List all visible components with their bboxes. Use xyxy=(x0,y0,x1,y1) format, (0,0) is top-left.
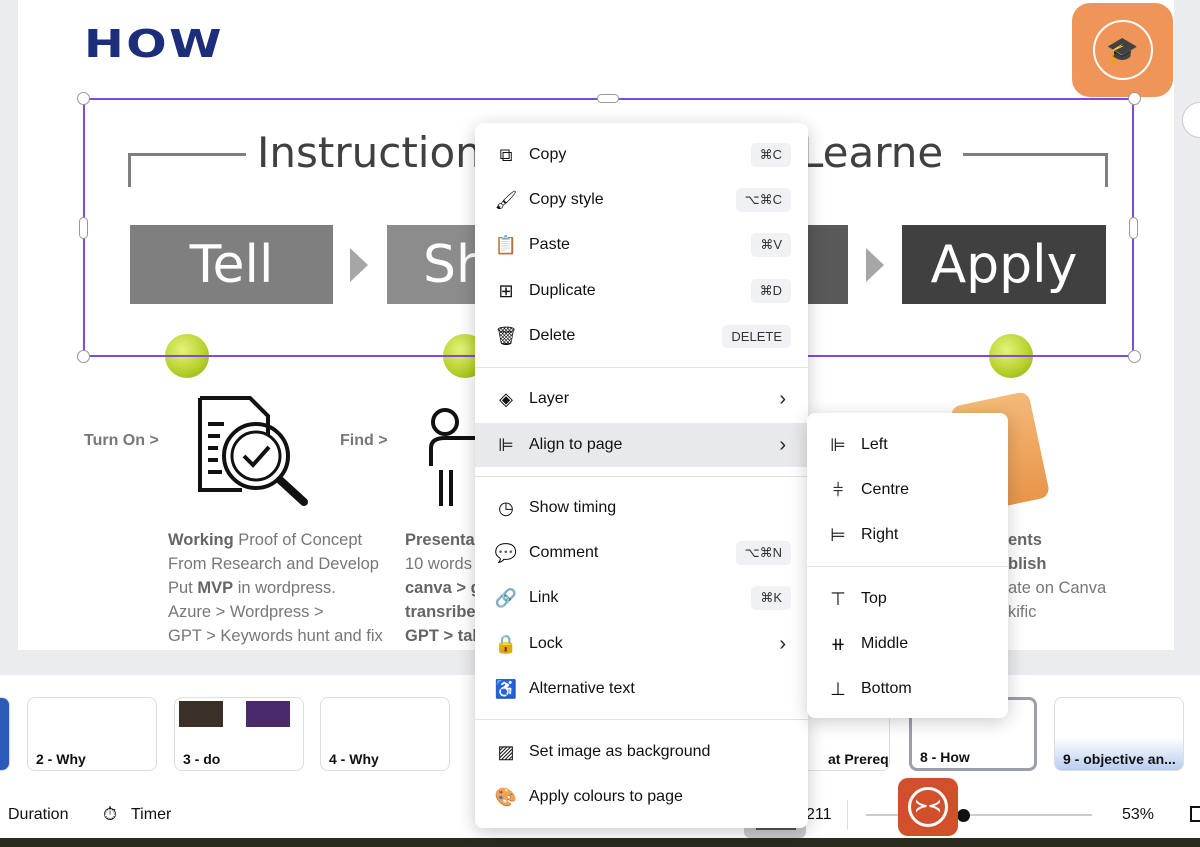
chevron-right-icon: › xyxy=(779,632,786,655)
timer-icon: ⏱ xyxy=(103,804,118,824)
divider xyxy=(847,800,848,830)
align-bottom[interactable]: ⊥ Bottom xyxy=(807,667,1008,711)
hatch-icon: ▨ xyxy=(497,741,515,762)
menu-item-duplicate[interactable]: ⊞ Duplicate ⌘D xyxy=(475,269,808,313)
clipboard-icon: 📋 xyxy=(494,234,518,255)
menu-item-align-to-page[interactable]: ⊫ Align to page › xyxy=(475,423,808,467)
menu-item-apply-colours[interactable]: 🎨 Apply colours to page xyxy=(475,775,808,819)
lock-icon: 🔒 xyxy=(494,633,518,654)
page-thumbnail[interactable]: 4 - Why xyxy=(320,697,450,771)
menu-item-link[interactable]: 🔗 Link ⌘K xyxy=(475,576,808,620)
copy-icon: ⧉ xyxy=(499,144,513,165)
align-centre[interactable]: ⫩ Centre xyxy=(807,468,1008,512)
document-search-icon xyxy=(198,396,308,506)
timer-button[interactable]: Timer xyxy=(131,806,171,824)
remote-desktop-app-icon[interactable]: ≻≺ xyxy=(898,778,958,836)
resize-handle[interactable] xyxy=(77,92,90,105)
resize-handle[interactable] xyxy=(1129,217,1138,239)
label-find: Find > xyxy=(340,432,388,449)
zoom-slider-knob[interactable] xyxy=(957,809,970,822)
duration-button[interactable]: Duration xyxy=(8,806,68,824)
menu-item-alternative-text[interactable]: ♿ Alternative text xyxy=(475,667,808,711)
page-count: 211 xyxy=(806,806,832,823)
desktop-dock-edge xyxy=(0,838,1200,847)
accessibility-icon: ♿ xyxy=(494,678,518,699)
column-1-text: Working Proof of Concept From Research a… xyxy=(168,531,383,645)
menu-item-copy-style[interactable]: 🖌 Copy style ⌥⌘C xyxy=(475,178,808,222)
chevron-right-icon: › xyxy=(779,387,786,410)
graduation-cap-icon: 🎓 xyxy=(1092,20,1153,80)
page-thumbnail[interactable]: 3 - do xyxy=(174,697,304,771)
align-middle-icon: ⧺ xyxy=(830,633,846,654)
align-top[interactable]: ⊤ Top xyxy=(807,577,1008,621)
align-submenu: ⊫ Left ⫩ Centre ⊨ Right ⊤ Top ⧺ Middle ⊥ Botto… xyxy=(807,413,1008,718)
align-top-icon: ⊤ xyxy=(830,588,846,609)
paint-roller-icon: 🖌 xyxy=(494,189,518,210)
divider xyxy=(475,367,808,368)
menu-item-layer[interactable]: ◈ Layer › xyxy=(475,377,808,421)
column-2-text: Presenta 10 words canva > g transribe GPT > … xyxy=(405,531,481,645)
presenter-icon xyxy=(429,408,475,506)
menu-item-comment[interactable]: 💬 Comment ⌥⌘N xyxy=(475,531,808,575)
page-thumbnail[interactable]: 2 - Why xyxy=(27,697,157,771)
slide-title: HOW xyxy=(84,22,225,66)
divider xyxy=(807,566,1008,567)
align-centre-icon: ⫩ xyxy=(832,479,844,500)
align-middle[interactable]: ⧺ Middle xyxy=(807,622,1008,666)
menu-item-show-timing[interactable]: ◷ Show timing xyxy=(475,486,808,530)
align-bottom-icon: ⊥ xyxy=(830,678,846,699)
resize-handle[interactable] xyxy=(77,350,90,363)
menu-item-set-image-as-background[interactable]: ▨ Set image as background xyxy=(475,730,808,774)
menu-item-lock[interactable]: 🔒 Lock › xyxy=(475,622,808,666)
align-right-icon: ⊨ xyxy=(830,524,846,545)
comment-icon: 💬 xyxy=(494,542,518,563)
menu-item-paste[interactable]: 📋 Paste ⌘V xyxy=(475,223,808,267)
logo: 🎓 xyxy=(1072,3,1173,97)
resize-handle[interactable] xyxy=(1128,350,1141,363)
trash-icon: 🗑 xyxy=(494,325,518,346)
context-menu: ⧉ Copy ⌘C 🖌 Copy style ⌥⌘C 📋 Paste ⌘V ⊞ Duplica… xyxy=(475,123,808,828)
link-icon: 🔗 xyxy=(494,587,518,608)
resize-handle[interactable] xyxy=(79,217,88,239)
menu-item-delete[interactable]: 🗑 Delete DELETE xyxy=(475,314,808,358)
clock-icon: ◷ xyxy=(498,497,514,518)
label-turn-on: Turn On > xyxy=(84,432,159,449)
column-3-text: ents blish ate on Canva kific xyxy=(1008,531,1107,621)
resize-handle[interactable] xyxy=(1128,92,1141,105)
align-right[interactable]: ⊨ Right xyxy=(807,513,1008,557)
align-left[interactable]: ⊫ Left xyxy=(807,423,1008,467)
page-thumbnail[interactable] xyxy=(0,697,10,771)
align-left-icon: ⊫ xyxy=(498,434,514,455)
page-thumbnail[interactable]: 9 - objective an... xyxy=(1054,697,1184,771)
side-panel-button[interactable] xyxy=(1182,102,1200,138)
menu-item-copy[interactable]: ⧉ Copy ⌘C xyxy=(475,133,808,177)
resize-handle[interactable] xyxy=(597,94,619,103)
duplicate-icon: ⊞ xyxy=(498,280,514,301)
chevron-right-icon: › xyxy=(779,433,786,456)
align-left-icon: ⊫ xyxy=(830,434,846,455)
grid-view-icon[interactable] xyxy=(1190,806,1200,822)
divider xyxy=(475,719,808,720)
layers-icon: ◈ xyxy=(499,388,513,409)
zoom-level[interactable]: 53% xyxy=(1122,806,1154,824)
palette-icon: 🎨 xyxy=(494,786,518,807)
divider xyxy=(475,476,808,477)
